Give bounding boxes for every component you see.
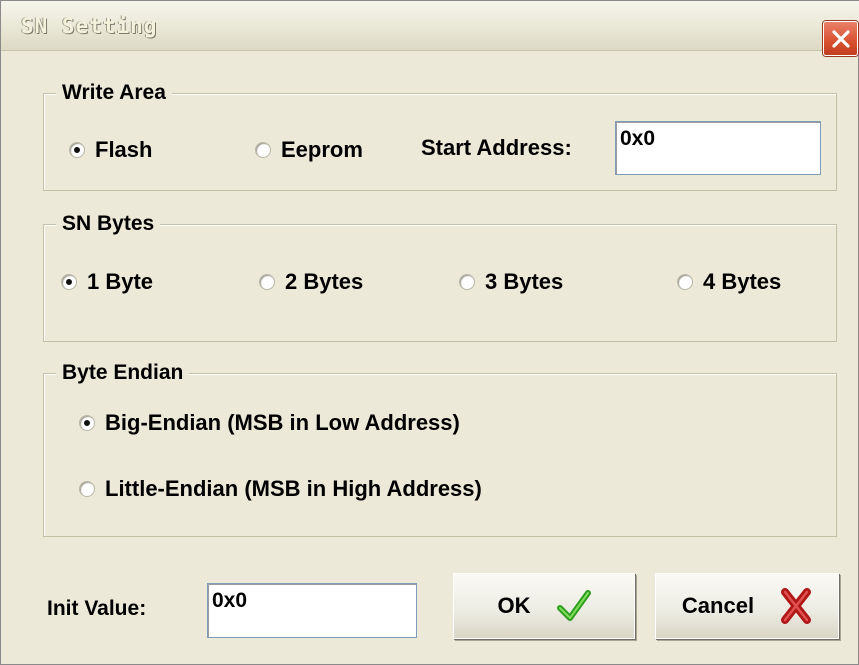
radio-2-bytes[interactable]: 2 Bytes xyxy=(259,269,363,295)
radio-4-bytes-label: 4 Bytes xyxy=(703,269,782,294)
cancel-button[interactable]: Cancel xyxy=(655,573,839,639)
radio-flash-label: Flash xyxy=(95,137,153,162)
radio-flash-indicator[interactable] xyxy=(69,142,85,158)
close-icon xyxy=(832,30,850,48)
radio-1-byte-label: 1 Byte xyxy=(87,269,154,294)
radio-little-endian[interactable]: Little-Endian (MSB in High Address) xyxy=(79,476,482,502)
radio-1-byte-indicator[interactable] xyxy=(61,274,77,290)
x-mark-icon xyxy=(781,588,812,624)
radio-4-bytes[interactable]: 4 Bytes xyxy=(677,269,781,295)
radio-1-byte[interactable]: 1 Byte xyxy=(61,269,153,295)
radio-eeprom-label: Eeprom xyxy=(281,137,363,162)
radio-2-bytes-indicator[interactable] xyxy=(259,274,275,290)
window-title: SN Setting xyxy=(21,14,158,38)
radio-little-endian-indicator[interactable] xyxy=(79,481,95,497)
radio-2-bytes-label: 2 Bytes xyxy=(285,269,364,294)
radio-big-endian[interactable]: Big-Endian (MSB in Low Address) xyxy=(79,410,460,436)
byte-endian-group: Byte Endian xyxy=(43,360,837,537)
radio-flash[interactable]: Flash xyxy=(69,137,152,163)
ok-button-label: OK xyxy=(497,593,531,618)
check-icon xyxy=(556,590,591,621)
init-value-label: Init Value: xyxy=(47,597,147,620)
write-area-legend: Write Area xyxy=(56,80,172,106)
start-address-input[interactable]: 0x0 xyxy=(615,121,821,175)
start-address-label: Start Address: xyxy=(421,135,572,160)
init-value-input[interactable]: 0x0 xyxy=(207,583,417,638)
cancel-button-label: Cancel xyxy=(681,593,755,618)
ok-button[interactable]: OK xyxy=(453,573,635,639)
byte-endian-legend: Byte Endian xyxy=(56,360,190,386)
radio-3-bytes-label: 3 Bytes xyxy=(485,269,564,294)
sn-bytes-legend: SN Bytes xyxy=(56,211,161,237)
title-bar[interactable]: SN Setting xyxy=(1,1,859,56)
radio-eeprom[interactable]: Eeprom xyxy=(255,137,363,163)
radio-3-bytes-indicator[interactable] xyxy=(459,274,475,290)
radio-big-endian-indicator[interactable] xyxy=(79,415,95,431)
sn-setting-dialog: SN Setting Write Area Flash Eeprom Start… xyxy=(0,0,859,665)
radio-little-endian-label: Little-Endian (MSB in High Address) xyxy=(105,476,482,501)
radio-big-endian-label: Big-Endian (MSB in Low Address) xyxy=(105,410,460,435)
radio-3-bytes[interactable]: 3 Bytes xyxy=(459,269,563,295)
radio-4-bytes-indicator[interactable] xyxy=(677,274,693,290)
close-button[interactable] xyxy=(823,21,858,56)
radio-eeprom-indicator[interactable] xyxy=(255,142,271,158)
